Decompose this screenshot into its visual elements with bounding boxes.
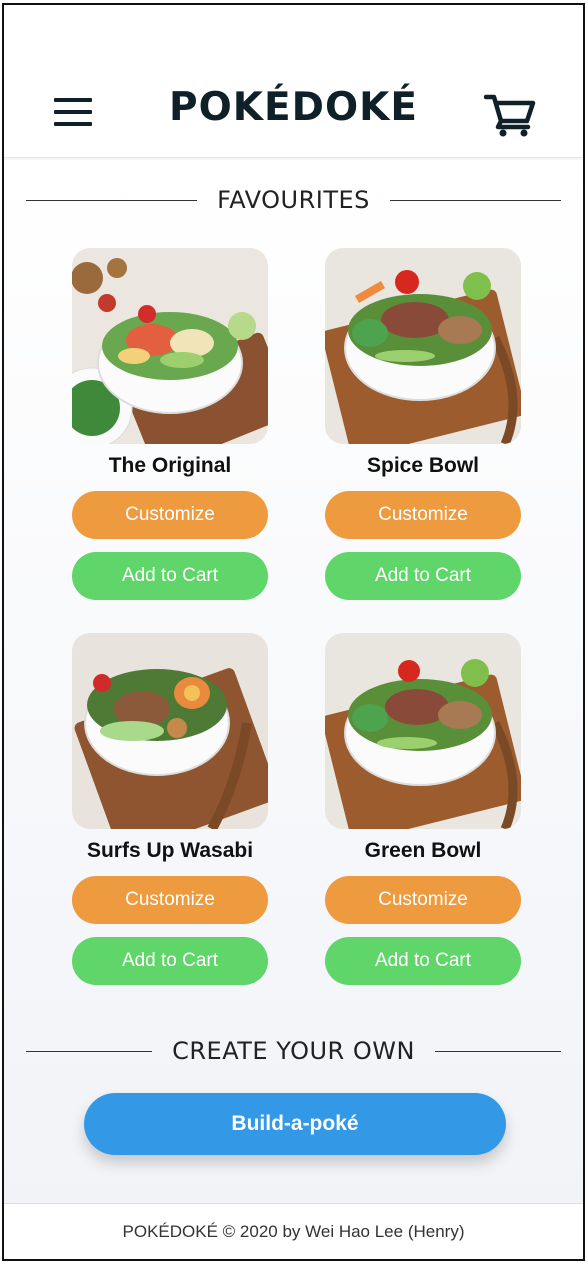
footer: POKÉDOKÉ © 2020 by Wei Hao Lee (Henry) [4, 1203, 583, 1259]
divider [26, 199, 198, 201]
customize-button[interactable]: Customize [325, 876, 521, 924]
build-a-poke-button[interactable]: Build-a-poké [84, 1093, 506, 1155]
product-card-spice-bowl: Spice Bowl Customize Add to Cart [323, 248, 523, 600]
divider [389, 199, 561, 201]
product-name: The Original [108, 454, 232, 477]
create-your-own-heading: CREATE YOUR OWN [26, 1031, 562, 1071]
footer-copyright: POKÉDOKÉ © 2020 by Wei Hao Lee (Henry) [122, 1222, 465, 1241]
product-name: Green Bowl [364, 839, 482, 862]
shopping-cart-icon[interactable] [483, 93, 536, 137]
product-card-green-bowl: Green Bowl Customize Add to Cart [323, 633, 523, 985]
top-header: POKÉDOKÉ [4, 5, 583, 158]
customize-button[interactable]: Customize [72, 491, 268, 539]
create-your-own-title: CREATE YOUR OWN [172, 1037, 415, 1065]
product-card-the-original: The Original Customize Add to Cart [70, 248, 270, 600]
bowl-photo[interactable] [325, 633, 521, 829]
product-name: Surfs Up Wasabi [86, 839, 254, 862]
bowl-photo[interactable] [72, 633, 268, 829]
main-content: FAVOURITES The Original Customize Add to… [4, 160, 583, 1205]
product-name: Spice Bowl [366, 454, 480, 477]
customize-button[interactable]: Customize [325, 491, 521, 539]
add-to-cart-button[interactable]: Add to Cart [72, 552, 268, 600]
favourites-title: FAVOURITES [217, 186, 370, 214]
favourites-heading: FAVOURITES [26, 180, 561, 220]
add-to-cart-button[interactable]: Add to Cart [72, 937, 268, 985]
divider [26, 1050, 153, 1052]
bowl-photo[interactable] [72, 248, 268, 444]
divider [434, 1050, 562, 1052]
product-card-surfs-up-wasabi: Surfs Up Wasabi Customize Add to Cart [70, 633, 270, 985]
customize-button[interactable]: Customize [72, 876, 268, 924]
add-to-cart-button[interactable]: Add to Cart [325, 937, 521, 985]
app-frame: POKÉDOKÉ FAVOURITES The Original Customi… [2, 3, 585, 1261]
bowl-photo[interactable] [325, 248, 521, 444]
add-to-cart-button[interactable]: Add to Cart [325, 552, 521, 600]
